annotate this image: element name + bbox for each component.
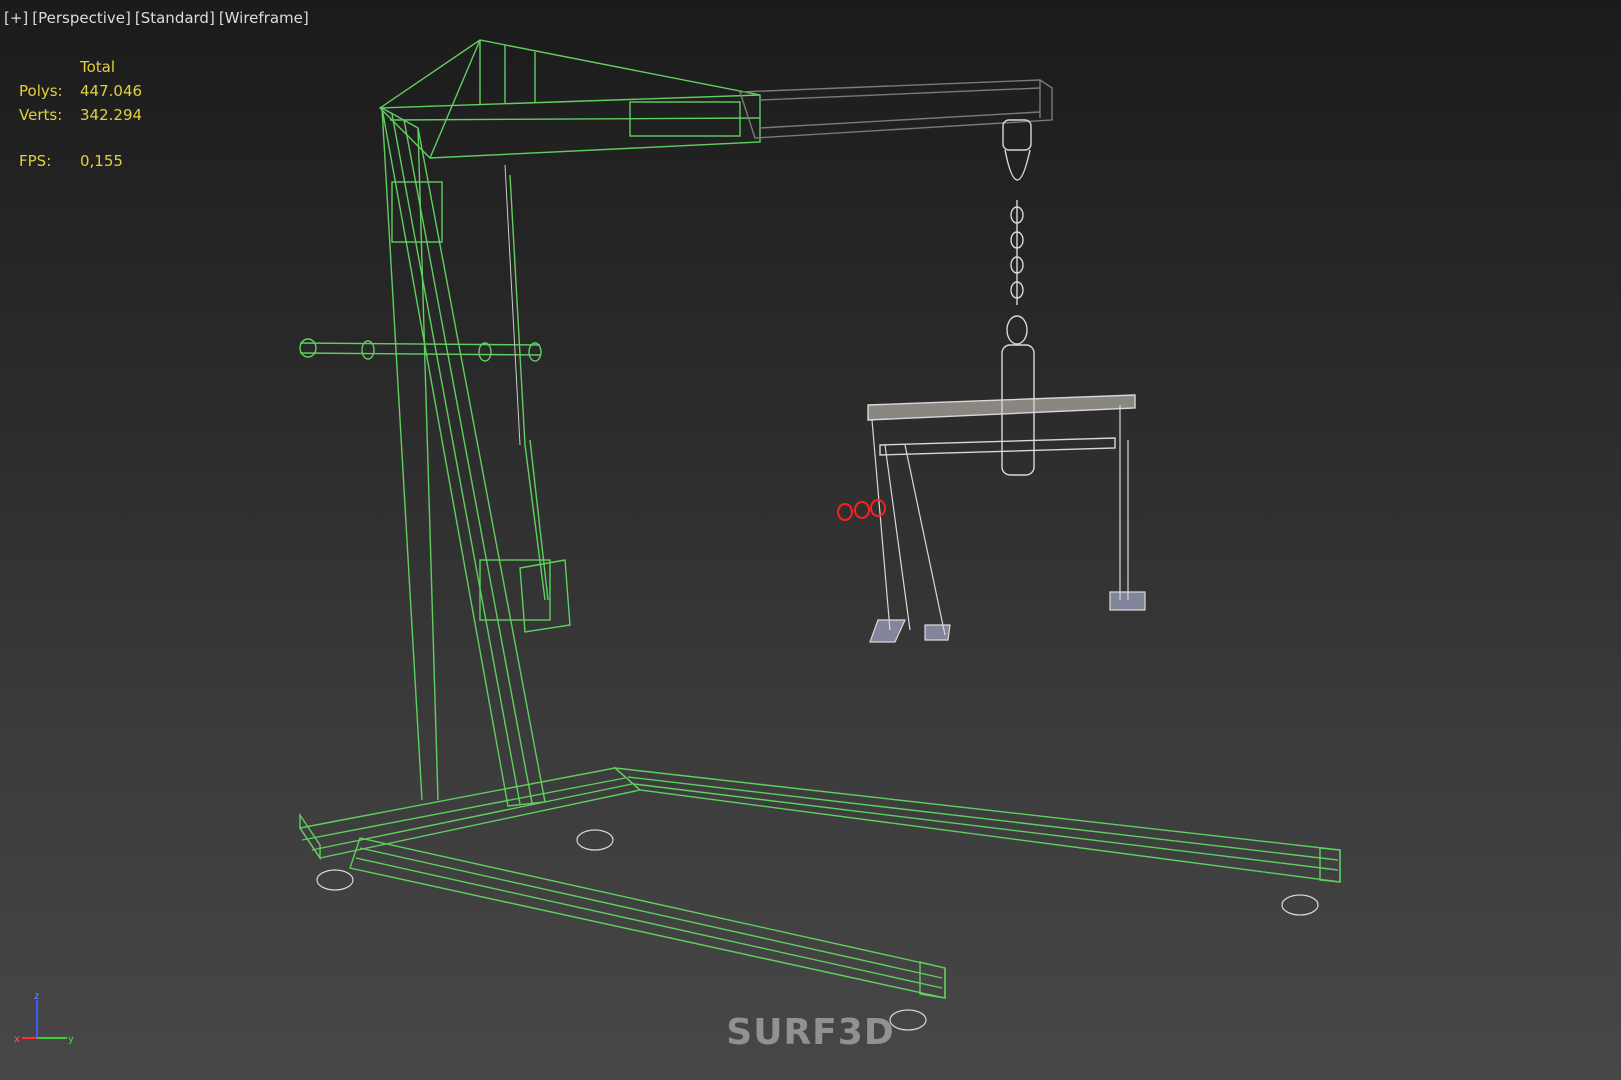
viewport-plus-menu[interactable]: [+] bbox=[4, 9, 28, 27]
hydraulic-ram bbox=[509, 174, 549, 601]
viewport-label-menu[interactable]: [+] [Perspective] [Standard] [Wireframe] bbox=[4, 9, 313, 27]
crane-mast bbox=[381, 106, 571, 807]
crane-boom bbox=[378, 39, 761, 159]
right-leveler-chain[interactable] bbox=[1109, 405, 1146, 611]
verts-label: Verts: bbox=[19, 106, 63, 124]
handle-bar bbox=[299, 338, 542, 362]
statistics-overlay: Total Polys: 447.046 Verts: 342.294 FPS: 0,… bbox=[19, 55, 142, 173]
boom-extension[interactable] bbox=[739, 79, 1053, 139]
viewport-shading-menu[interactable]: [Standard] bbox=[135, 9, 215, 27]
viewport-view-menu[interactable]: [Perspective] bbox=[32, 9, 131, 27]
verts-value: 342.294 bbox=[80, 106, 143, 124]
chain-assembly[interactable] bbox=[867, 119, 1136, 476]
base-right-leg bbox=[612, 767, 1341, 883]
base-front-beam bbox=[298, 767, 642, 861]
crane-model[interactable] bbox=[298, 39, 1341, 999]
fps-label: FPS: bbox=[19, 152, 52, 170]
stats-header: Total bbox=[80, 58, 116, 76]
wireframe-scene[interactable] bbox=[0, 0, 1621, 1080]
viewport-mode-menu[interactable]: [Wireframe] bbox=[219, 9, 309, 27]
3d-viewport[interactable]: [+] [Perspective] [Standard] [Wireframe] To… bbox=[0, 0, 1621, 1080]
polys-value: 447.046 bbox=[80, 82, 143, 100]
axis-z-label: z bbox=[34, 991, 39, 1002]
watermark-logo: SURF3D bbox=[726, 1012, 895, 1053]
base-left-leg bbox=[349, 837, 946, 999]
fps-value: 0,155 bbox=[80, 152, 123, 170]
polys-label: Polys: bbox=[19, 82, 63, 100]
selected-part[interactable] bbox=[837, 499, 886, 521]
